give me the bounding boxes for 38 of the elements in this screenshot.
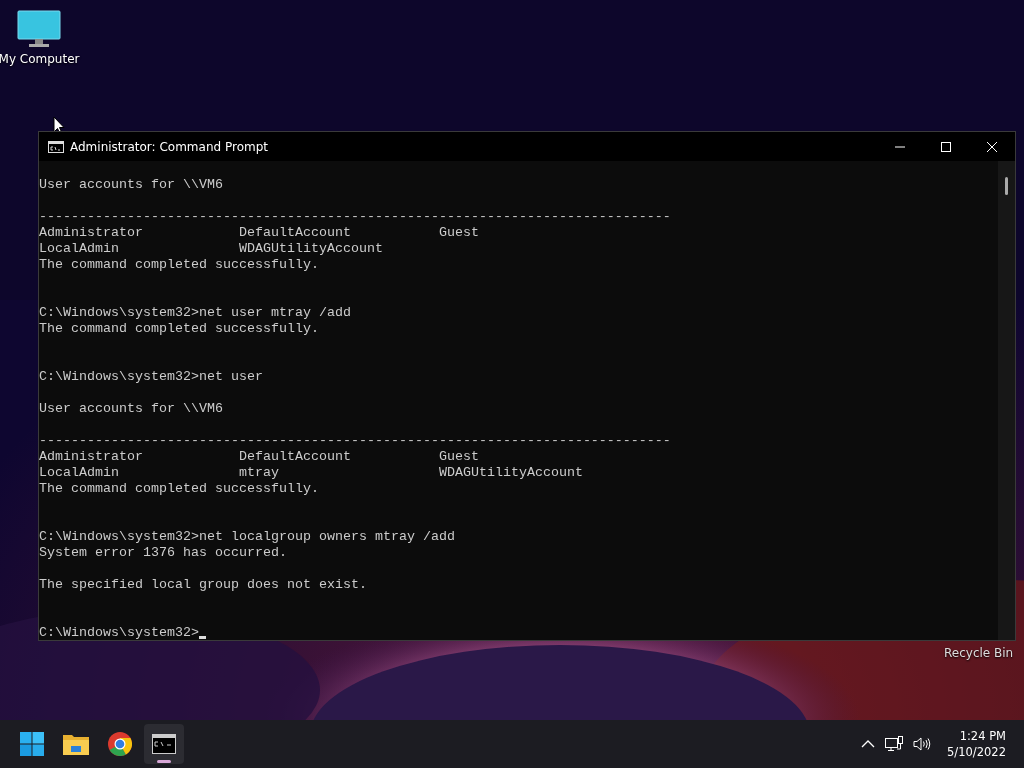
- clock-time[interactable]: 1:24 PM: [959, 728, 1006, 744]
- console-line: The command completed successfully.: [39, 321, 319, 337]
- console-icon: [48, 140, 64, 153]
- console-line: Administrator DefaultAccount Guest: [39, 225, 479, 241]
- console-line: -------------------------------------------------------------------------------: [39, 433, 671, 449]
- console-line: User accounts for \\VM6: [39, 177, 223, 193]
- desktop-icon-label[interactable]: Recycle Bin: [944, 646, 1014, 660]
- close-icon: [987, 141, 997, 152]
- console-line: -------------------------------------------------------------------------------: [39, 209, 671, 225]
- console-line: The specified local group does not exist.: [39, 577, 367, 593]
- network-icon[interactable]: [885, 736, 904, 752]
- console-line: The command completed successfully.: [39, 481, 319, 497]
- command-prompt: C:\Windows\system32>: [39, 625, 199, 640]
- speaker-icon[interactable]: [913, 736, 932, 752]
- console-line: LocalAdmin mtray WDAGUtilityAccount: [39, 465, 583, 481]
- console-line: C:\Windows\system32>net user: [39, 369, 263, 385]
- console-line: LocalAdmin WDAGUtilityAccount: [39, 241, 383, 257]
- console-line: System error 1376 has occurred.: [39, 545, 287, 561]
- text-cursor: [198, 636, 206, 639]
- console-line: Administrator DefaultAccount Guest: [39, 449, 479, 465]
- folder-icon: [63, 733, 89, 755]
- console-line: User accounts for \\VM6: [39, 401, 223, 417]
- maximize-icon: [941, 141, 951, 152]
- browser-icon: [108, 732, 132, 756]
- console-line: The command completed successfully.: [39, 257, 319, 273]
- window-title: Administrator: Command Prompt: [70, 139, 268, 154]
- windows-logo-icon: [20, 732, 44, 756]
- desktop-icon-label[interactable]: My Computer: [0, 52, 80, 66]
- taskbar-app-button[interactable]: [144, 724, 184, 764]
- console-icon: [152, 734, 176, 754]
- scrollbar-thumb[interactable]: [1005, 177, 1008, 195]
- clock-date[interactable]: 5/10/2022: [947, 744, 1006, 760]
- scrollbar[interactable]: [998, 161, 1015, 640]
- console-line: C:\Windows\system32>net localgroup owners mtray /add: [39, 529, 455, 545]
- chevron-up-icon[interactable]: [861, 740, 876, 748]
- console-line: C:\Windows\system32>net user mtray /add: [39, 305, 351, 321]
- monitor-icon[interactable]: [17, 10, 61, 48]
- active-indicator: [157, 760, 171, 763]
